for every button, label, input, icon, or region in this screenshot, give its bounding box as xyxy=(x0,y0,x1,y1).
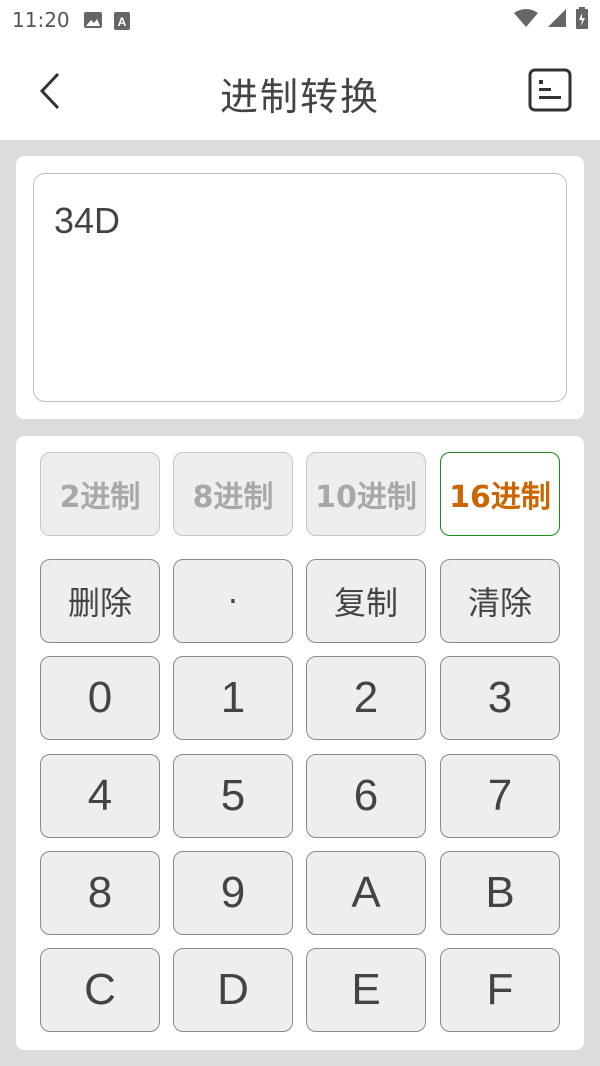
display-card: 34D xyxy=(16,156,584,419)
key-7[interactable]: 7 xyxy=(440,754,560,838)
number-display[interactable]: 34D xyxy=(33,173,567,402)
dot-button[interactable]: · xyxy=(173,559,293,643)
key-3[interactable]: 3 xyxy=(440,656,560,740)
image-icon xyxy=(83,12,102,28)
key-1[interactable]: 1 xyxy=(173,656,293,740)
page-title: 进制转换 xyxy=(219,75,380,119)
delete-button[interactable]: 删除 xyxy=(40,559,160,643)
status-bar: 11:20 A xyxy=(0,0,600,40)
battery-icon xyxy=(576,7,588,33)
signal-icon xyxy=(548,9,566,31)
history-button[interactable] xyxy=(528,68,572,112)
svg-text:A: A xyxy=(117,15,126,29)
key-9[interactable]: 9 xyxy=(173,851,293,935)
key-b[interactable]: B xyxy=(440,851,560,935)
key-2[interactable]: 2 xyxy=(306,656,426,740)
key-d[interactable]: D xyxy=(173,948,293,1032)
key-e[interactable]: E xyxy=(306,948,426,1032)
history-icon xyxy=(528,68,572,112)
base-8-button[interactable]: 8进制 xyxy=(173,452,293,536)
copy-button[interactable]: 复制 xyxy=(306,559,426,643)
base-16-button[interactable]: 16进制 xyxy=(440,452,560,536)
status-time: 11:20 xyxy=(12,8,70,32)
key-f[interactable]: F xyxy=(440,948,560,1032)
key-6[interactable]: 6 xyxy=(306,754,426,838)
key-c[interactable]: C xyxy=(40,948,160,1032)
clear-button[interactable]: 清除 xyxy=(440,559,560,643)
wifi-icon xyxy=(514,9,538,31)
key-a[interactable]: A xyxy=(306,851,426,935)
text-a-icon: A xyxy=(113,12,132,30)
app-bar: 进制转换 xyxy=(0,40,600,140)
key-5[interactable]: 5 xyxy=(173,754,293,838)
base-2-button[interactable]: 2进制 xyxy=(40,452,160,536)
key-8[interactable]: 8 xyxy=(40,851,160,935)
keypad-card: 2进制 8进制 10进制 16进制 删除 · 复制 清除 0 1 2 3 4 5… xyxy=(16,436,584,1050)
key-0[interactable]: 0 xyxy=(40,656,160,740)
key-4[interactable]: 4 xyxy=(40,754,160,838)
base-10-button[interactable]: 10进制 xyxy=(306,452,426,536)
